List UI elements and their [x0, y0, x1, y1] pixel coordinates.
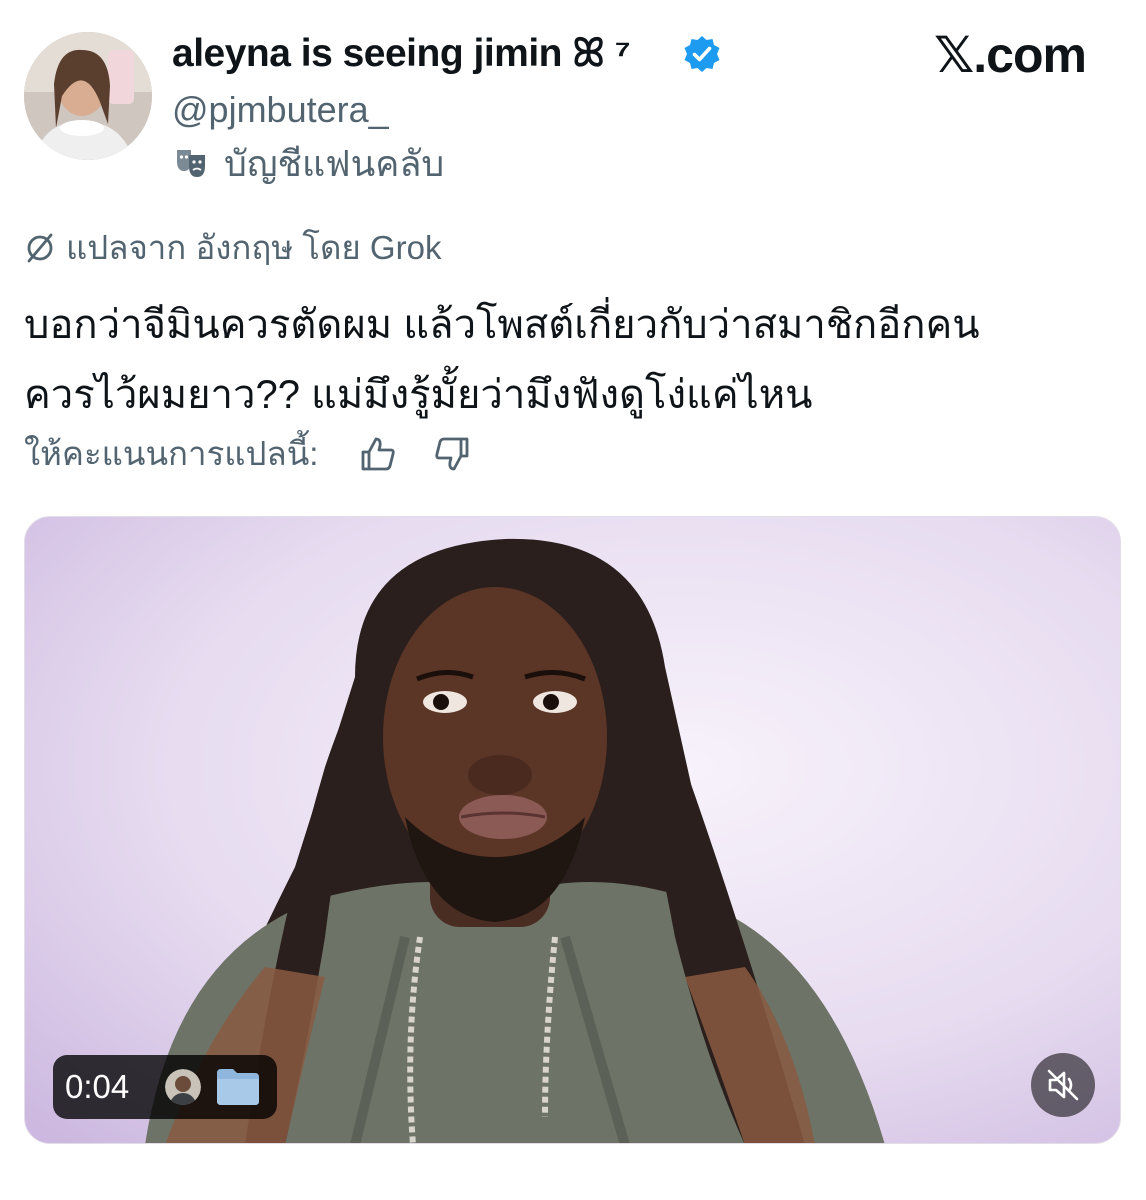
translation-note[interactable]: แปลจาก อังกฤษ โดย Grok	[66, 226, 441, 270]
translate-icon	[24, 232, 56, 264]
verified-badge-icon	[682, 34, 722, 74]
rate-translation-label: ให้คะแนนการแปลนี้:	[24, 435, 319, 472]
profile-avatar[interactable]	[24, 32, 152, 160]
video-player[interactable]: 0:04	[24, 516, 1121, 1144]
tweet-text: บอกว่าจีมินควรตัดผม แล้วโพสต์เกี่ยวกับว่…	[24, 290, 1124, 430]
fan-account-badge: บัญชีแฟนคลับ	[224, 143, 445, 184]
theater-masks-icon	[174, 146, 208, 180]
user-handle[interactable]: @pjmbutera_	[172, 86, 389, 134]
display-name[interactable]: aleyna is seeing jimin ꕤ ⁷	[172, 28, 631, 80]
video-info-pill: 0:04	[53, 1055, 277, 1119]
folder-icon	[213, 1065, 263, 1109]
x-com-watermark: 𝕏.com	[934, 27, 1087, 83]
mute-button[interactable]	[1031, 1053, 1095, 1117]
tweet-line-1: บอกว่าจีมินควรตัดผม แล้วโพสต์เกี่ยวกับว่…	[24, 303, 980, 347]
tweet-line-2: ควรไว้ผมยาว?? แม่มึงรู้มั้ยว่ามึงฟังดูโง…	[24, 373, 813, 417]
video-frame	[145, 538, 885, 1143]
mute-icon	[1047, 1069, 1079, 1101]
thumbs-up-icon[interactable]	[358, 434, 398, 474]
avatar-icon	[165, 1069, 201, 1105]
thumbs-down-icon[interactable]	[432, 434, 472, 474]
video-timestamp: 0:04	[65, 1068, 130, 1105]
